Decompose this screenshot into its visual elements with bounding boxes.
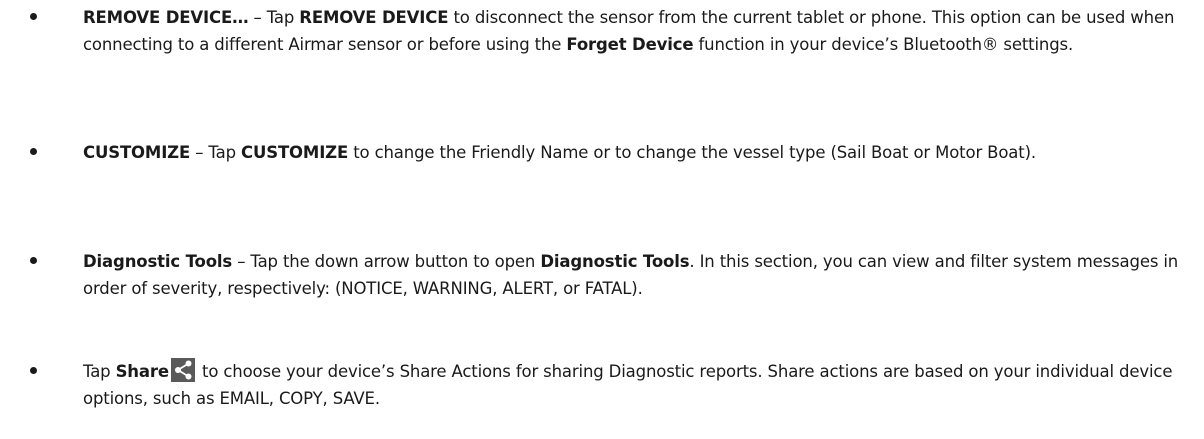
item-term: CUSTOMIZE [83, 143, 191, 162]
item-term-repeat: Diagnostic Tools [540, 252, 690, 271]
item-separator: – Tap [248, 8, 300, 27]
item-term: Share [115, 362, 169, 381]
item-body: to change the Friendly Name or to change… [348, 143, 1036, 162]
share-icon [170, 358, 195, 382]
bullet-dot [30, 13, 37, 20]
document-page: REMOVE DEVICE… – Tap REMOVE DEVICE to di… [0, 0, 1204, 439]
item-term-repeat: REMOVE DEVICE [299, 8, 449, 27]
item-term: REMOVE DEVICE… [83, 8, 249, 27]
bullet-dot [30, 148, 37, 155]
item-term: Diagnostic Tools [83, 252, 233, 271]
item-body: – Tap the down arrow button to open [232, 252, 541, 271]
item-body-end: function in your device’s Bluetooth® set… [693, 35, 1074, 54]
item-text: REMOVE DEVICE… – Tap REMOVE DEVICE to di… [83, 4, 1193, 58]
item-body: to choose your device’s Share Actions fo… [83, 362, 1173, 408]
item-text: CUSTOMIZE – Tap CUSTOMIZE to change the … [83, 139, 1193, 166]
item-text: Tap Share to choose your device’s Share … [83, 358, 1193, 412]
item-term-forget-device: Forget Device [566, 35, 694, 54]
item-text: Diagnostic Tools – Tap the down arrow bu… [83, 248, 1193, 302]
item-separator: – Tap [190, 143, 241, 162]
item-lead: Tap [83, 362, 116, 381]
bullet-dot [30, 367, 37, 374]
bullet-dot [30, 257, 37, 264]
item-term-repeat: CUSTOMIZE [241, 143, 349, 162]
